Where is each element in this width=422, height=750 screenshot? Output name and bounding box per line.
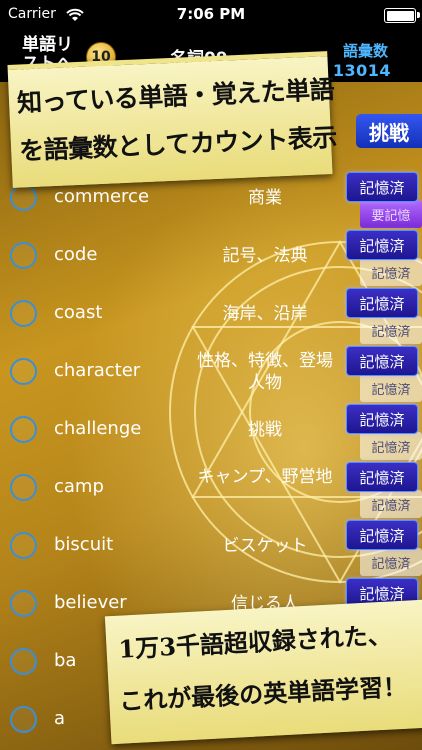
word-meaning: ビスケット: [222, 536, 308, 556]
memorized-button[interactable]: 記憶済: [346, 230, 418, 260]
check-circle-icon[interactable]: [10, 532, 37, 559]
word-text: commerce: [54, 186, 150, 207]
word-text: coast: [54, 302, 103, 323]
promo-bottom-line1: 1万3千語超収録された、: [117, 620, 393, 664]
status-toggle-ghost: 要記憶: [360, 200, 422, 228]
check-circle-icon[interactable]: [10, 648, 37, 675]
word-meaning: 海岸、沿岸: [222, 304, 308, 324]
word-text: ba: [54, 650, 77, 671]
promo-banner-bottom: 1万3千語超収録された、 これが最後の英単語学習！: [104, 599, 422, 745]
word-text: biscuit: [54, 534, 114, 555]
status-time: 7:06 PM: [176, 5, 246, 23]
word-row[interactable]: coast 海岸、沿岸 記憶済 記憶済: [0, 286, 422, 344]
status-bar: Carrier 7:06 PM: [0, 0, 422, 30]
vocab-count-label: 語彙数: [342, 42, 388, 60]
word-text: code: [54, 244, 98, 265]
promo-top-line2: を語彙数としてカウント表示: [18, 122, 338, 166]
check-circle-icon[interactable]: [10, 184, 37, 211]
word-row[interactable]: code 記号、法典 記憶済 記憶済: [0, 228, 422, 286]
word-row[interactable]: biscuit ビスケット 記憶済 記憶済: [0, 518, 422, 576]
memorized-button[interactable]: 記憶済: [346, 346, 418, 376]
word-text: character: [54, 360, 141, 381]
status-toggle-ghost: 記憶済: [360, 258, 422, 286]
check-circle-icon[interactable]: [10, 706, 37, 733]
memorized-button[interactable]: 記憶済: [346, 288, 418, 318]
status-toggle-ghost: 記憶済: [360, 432, 422, 460]
word-meaning: キャンプ、野営地: [197, 467, 333, 487]
check-circle-icon[interactable]: [10, 416, 37, 443]
word-text: camp: [54, 476, 104, 497]
promo-banner-top: 知っている単語・覚えた単語 を語彙数としてカウント表示: [7, 51, 337, 188]
check-circle-icon[interactable]: [10, 300, 37, 327]
word-text: a: [54, 708, 66, 729]
word-meaning: 商業: [248, 188, 282, 208]
memorized-button[interactable]: 記憶済: [346, 462, 418, 492]
promo-top-line1: 知っている単語・覚えた単語: [16, 74, 335, 118]
word-meaning: 記号、法典: [222, 246, 308, 266]
word-meaning: 挑戦: [248, 420, 282, 440]
memorized-button[interactable]: 記憶済: [346, 172, 418, 202]
status-toggle-ghost: 記憶済: [360, 490, 422, 518]
status-toggle-ghost: 記憶済: [360, 548, 422, 576]
check-circle-icon[interactable]: [10, 590, 37, 617]
word-row[interactable]: camp キャンプ、野営地 記憶済 記憶済: [0, 460, 422, 518]
vocab-count-value: 13014: [332, 61, 391, 80]
challenge-button[interactable]: 挑戦: [356, 114, 422, 148]
status-toggle-ghost: 記憶済: [360, 374, 422, 402]
memorized-button[interactable]: 記憶済: [346, 404, 418, 434]
word-text: believer: [54, 592, 127, 613]
status-toggle-ghost: 記憶済: [360, 316, 422, 344]
check-circle-icon[interactable]: [10, 474, 37, 501]
word-meaning: 性格、特徴、登場人物: [197, 351, 333, 393]
check-circle-icon[interactable]: [10, 242, 37, 269]
word-text: challenge: [54, 418, 142, 439]
promo-bottom-line2: これが最後の英単語学習！: [118, 671, 408, 716]
battery-icon: [384, 8, 420, 23]
word-row[interactable]: challenge 挑戦 記憶済 記憶済: [0, 402, 422, 460]
word-row[interactable]: character 性格、特徴、登場人物 記憶済 記憶済: [0, 344, 422, 402]
memorized-button[interactable]: 記憶済: [346, 520, 418, 550]
check-circle-icon[interactable]: [10, 358, 37, 385]
